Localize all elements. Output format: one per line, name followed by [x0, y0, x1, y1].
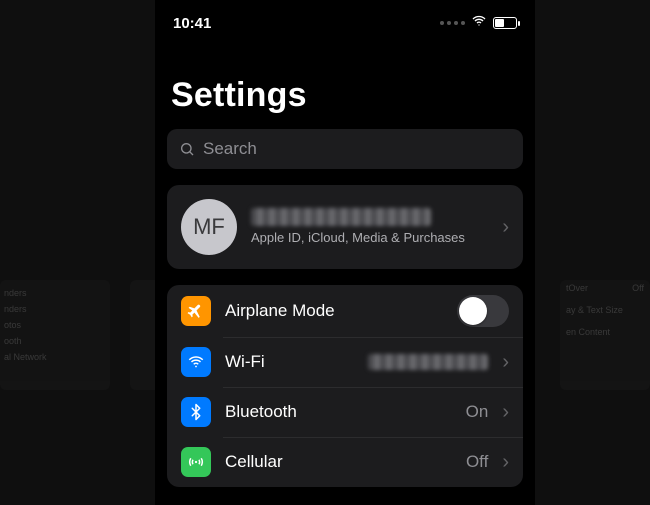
- row-value: On: [466, 402, 489, 422]
- airplane-mode-row[interactable]: Airplane Mode: [167, 285, 523, 337]
- profile-row[interactable]: MF Apple ID, iCloud, Media & Purchases ›: [167, 185, 523, 269]
- airplane-mode-toggle[interactable]: [457, 295, 509, 327]
- battery-icon: [493, 17, 517, 29]
- avatar: MF: [181, 199, 237, 255]
- page-title: Settings: [171, 76, 523, 115]
- row-label: Cellular: [225, 452, 283, 472]
- search-icon: [179, 141, 195, 157]
- row-label: Airplane Mode: [225, 301, 335, 321]
- background-panel-left: nders nders otos ooth al Network: [0, 280, 110, 390]
- wifi-row[interactable]: Wi-Fi ›: [167, 337, 523, 387]
- cellular-row[interactable]: Cellular Off ›: [167, 437, 523, 487]
- profile-subtitle: Apple ID, iCloud, Media & Purchases: [251, 230, 488, 246]
- status-bar: 10:41: [155, 0, 535, 36]
- bluetooth-icon: [181, 397, 211, 427]
- background-panel-right: tOverOff ay & Text Size en Content: [560, 280, 650, 390]
- search-input[interactable]: Search: [167, 129, 523, 169]
- cellular-icon: [181, 447, 211, 477]
- row-label: Bluetooth: [225, 402, 297, 422]
- wifi-network-redacted: [368, 354, 488, 370]
- search-placeholder: Search: [203, 139, 257, 159]
- signal-dots-icon: [440, 21, 465, 25]
- airplane-icon: [181, 296, 211, 326]
- chevron-right-icon: ›: [502, 451, 509, 474]
- row-value: Off: [466, 452, 488, 472]
- chevron-right-icon: ›: [502, 351, 509, 374]
- clock: 10:41: [173, 15, 211, 32]
- connectivity-group: Airplane Mode Wi-Fi › Bluetooth On: [167, 285, 523, 487]
- chevron-right-icon: ›: [502, 216, 509, 239]
- wifi-icon: [181, 347, 211, 377]
- profile-group: MF Apple ID, iCloud, Media & Purchases ›: [167, 185, 523, 269]
- wifi-status-icon: [471, 13, 487, 33]
- row-label: Wi-Fi: [225, 352, 265, 372]
- phone-frame: 10:41 Settings Search MF Apple ID, iClou…: [155, 0, 535, 505]
- bluetooth-row[interactable]: Bluetooth On ›: [167, 387, 523, 437]
- chevron-right-icon: ›: [502, 401, 509, 424]
- profile-name-redacted: [251, 208, 431, 226]
